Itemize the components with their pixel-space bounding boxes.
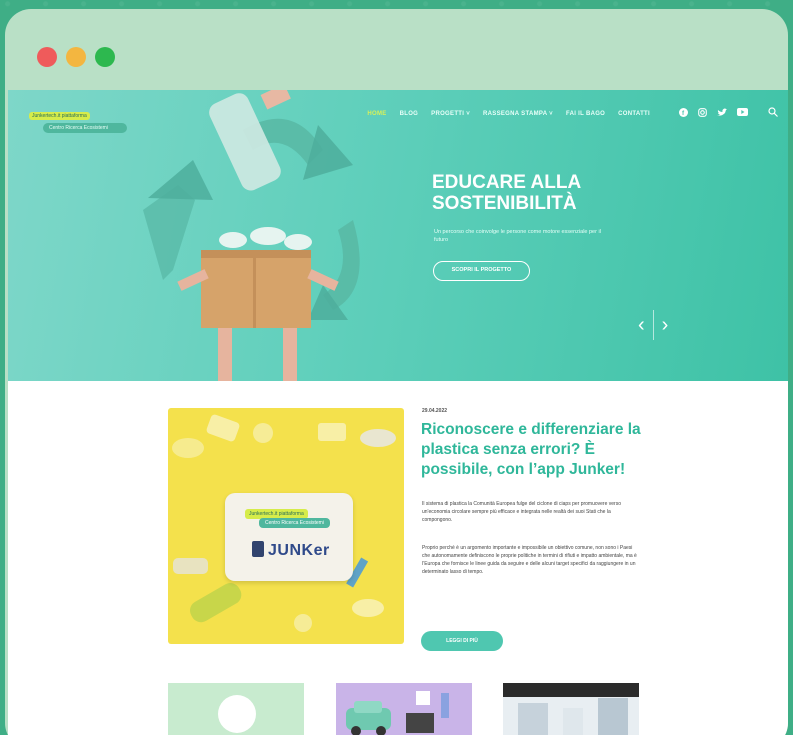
post-thumbnail[interactable] xyxy=(168,683,304,735)
discover-project-button[interactable]: SCOPRI IL PROGETTO xyxy=(433,261,530,281)
nav-item-contatti[interactable]: CONTATTI xyxy=(618,111,650,117)
car-devices-illustration xyxy=(346,691,449,735)
nav-item-rassegna-stampa[interactable]: RASSEGNA STAMPA ˅ xyxy=(483,111,553,117)
nav-item-blog[interactable]: BLOG xyxy=(400,111,419,117)
close-window-button[interactable] xyxy=(37,47,57,67)
maximize-window-button[interactable] xyxy=(95,47,115,67)
article-paragraph-1: Il sistema di plastica la Comunità Europ… xyxy=(422,501,621,523)
twitter-icon[interactable] xyxy=(717,108,727,119)
browser-window: Junkertech.it piattaforma Centro Ricerca… xyxy=(5,9,788,735)
window-controls xyxy=(37,47,115,67)
facebook-icon[interactable]: f xyxy=(679,107,688,119)
article-title[interactable]: Riconoscere e differenziare la plastica … xyxy=(421,420,646,480)
youtube-icon[interactable] xyxy=(737,108,748,118)
hero-title: EDUCARE ALLA SOSTENIBILITÀ xyxy=(432,172,581,214)
post-thumbnail[interactable] xyxy=(336,683,472,735)
hero-slider: Junkertech.it piattaforma Centro Ricerca… xyxy=(8,90,788,381)
junker-logo: JUNKer xyxy=(252,541,330,560)
nav-item-home[interactable]: HOME xyxy=(367,111,386,117)
room-photo xyxy=(503,683,639,735)
thumbnail-logo xyxy=(218,695,256,733)
logo-tagline: Junkertech.it piattaforma xyxy=(29,112,90,120)
logo-subtitle: Centro Ricerca Ecosistemi xyxy=(43,123,127,133)
instagram-icon[interactable] xyxy=(698,107,707,119)
post-thumbnail[interactable] xyxy=(503,683,639,735)
main-nav: HOME BLOG PROGETTI ˅ RASSEGNA STAMPA ˅ F… xyxy=(367,111,650,117)
slider-controls: ‹ › xyxy=(638,310,668,340)
nav-item-progetti[interactable]: PROGETTI ˅ xyxy=(431,111,470,117)
site-logo[interactable]: Junkertech.it piattaforma Centro Ricerca… xyxy=(25,104,127,133)
junker-brand-text: JUNKer xyxy=(268,542,330,559)
web-page: Junkertech.it piattaforma Centro Ricerca… xyxy=(8,90,788,735)
minimize-window-button[interactable] xyxy=(66,47,86,67)
read-more-button[interactable]: LEGGI DI PIÙ xyxy=(421,631,503,651)
card-subtitle: Centro Ricerca Ecosistemi xyxy=(259,518,330,528)
junker-card: Junkertech.it piattaforma Centro Ricerca… xyxy=(225,493,353,581)
hero-subtitle: Un percorso che coinvolge le persone com… xyxy=(434,229,601,243)
junker-app-icon xyxy=(252,541,264,557)
nav-item-fai-il-bago[interactable]: FAI IL BAGO xyxy=(566,111,605,117)
recycle-illustration xyxy=(143,90,360,381)
article-image[interactable]: Junkertech.it piattaforma Centro Ricerca… xyxy=(168,408,404,644)
article-paragraph-2: Proprio perché è un argomento importante… xyxy=(422,545,637,575)
chevron-left-icon[interactable]: ‹ xyxy=(638,314,645,337)
search-icon[interactable] xyxy=(768,107,778,119)
article-date: 29.04.2022 xyxy=(422,408,448,414)
slider-divider xyxy=(652,310,654,340)
social-links: f xyxy=(679,107,778,119)
chevron-right-icon[interactable]: › xyxy=(662,314,669,337)
